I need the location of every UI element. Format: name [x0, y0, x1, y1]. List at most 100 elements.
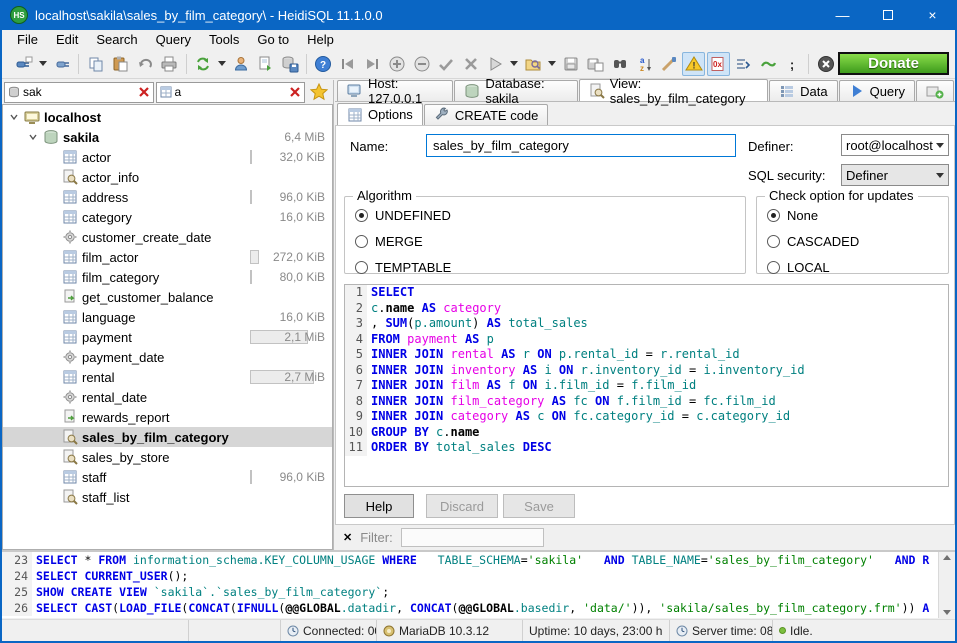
export-sql-icon[interactable]: [254, 52, 277, 76]
clear-filter-icon[interactable]: [138, 86, 150, 98]
warning-toggle-icon[interactable]: !: [682, 52, 705, 76]
tab-database-sakila[interactable]: Database: sakila: [454, 80, 577, 101]
view-name-input[interactable]: [426, 134, 736, 157]
menu-edit[interactable]: Edit: [47, 31, 87, 48]
semicolon-icon[interactable]: ;: [781, 52, 804, 76]
close-button[interactable]: ×: [910, 0, 955, 30]
save-file-icon[interactable]: [560, 52, 583, 76]
format-icon[interactable]: [658, 52, 681, 76]
sort-az-icon[interactable]: az: [633, 52, 656, 76]
tree-item[interactable]: film_category80,0 KiB: [3, 267, 332, 287]
reconnect-icon[interactable]: [756, 52, 779, 76]
definer-combo[interactable]: root@localhost: [841, 134, 949, 156]
tree-item[interactable]: actor_info: [3, 167, 332, 187]
help-button[interactable]: Help: [344, 494, 414, 518]
subtab-options[interactable]: Options: [337, 103, 423, 125]
filter-input[interactable]: [401, 528, 544, 547]
tab-host-127-0-0-1[interactable]: Host: 127.0.0.1: [337, 80, 453, 101]
clear-filter-icon[interactable]: [289, 86, 301, 98]
discard-button[interactable]: Discard: [426, 494, 498, 518]
tree-item[interactable]: rewards_report: [3, 407, 332, 427]
execute-icon[interactable]: [484, 52, 507, 76]
open-file-icon[interactable]: [522, 52, 545, 76]
chevron-down-icon[interactable]: [38, 52, 49, 76]
minimize-button[interactable]: —: [820, 0, 865, 30]
tree-item[interactable]: rental2,7 MiB: [3, 367, 332, 387]
maximize-button[interactable]: [865, 0, 910, 30]
jump-first-icon[interactable]: [337, 52, 360, 76]
view-select-code-editor[interactable]: 1SELECT2c.name AS category3, SUM(p.amoun…: [344, 284, 949, 487]
stop-icon[interactable]: [814, 52, 837, 76]
tree-item[interactable]: language16,0 KiB: [3, 307, 332, 327]
chevron-down-icon[interactable]: [509, 52, 520, 76]
menu-goto[interactable]: Go to: [248, 31, 298, 48]
menu-tools[interactable]: Tools: [200, 31, 248, 48]
log-scrollbar[interactable]: [938, 552, 955, 618]
radio-temptable[interactable]: TEMPTABLE: [355, 259, 745, 275]
tree-item[interactable]: sales_by_store: [3, 447, 332, 467]
tree-item[interactable]: sales_by_film_category: [3, 427, 332, 447]
delete-record-icon[interactable]: [410, 52, 433, 76]
scroll-down-icon[interactable]: [943, 610, 951, 615]
user-manager-icon[interactable]: [229, 52, 252, 76]
new-query-tab-icon[interactable]: [916, 80, 954, 101]
radio-none[interactable]: None: [767, 207, 948, 223]
undo-icon[interactable]: [133, 52, 156, 76]
scroll-up-icon[interactable]: [943, 555, 951, 560]
subtab-create-code[interactable]: CREATE code: [424, 104, 549, 125]
tab-data[interactable]: Data: [769, 80, 837, 101]
tree-item[interactable]: address96,0 KiB: [3, 187, 332, 207]
donate-button[interactable]: Donate: [838, 52, 949, 75]
print-icon[interactable]: [158, 52, 181, 76]
menu-file[interactable]: File: [8, 31, 47, 48]
refresh-icon[interactable]: [192, 52, 215, 76]
hex-toggle-icon[interactable]: 0x: [707, 52, 730, 76]
paste-icon[interactable]: [109, 52, 132, 76]
radio-local[interactable]: LOCAL: [767, 259, 948, 275]
radio-cascaded[interactable]: CASCADED: [767, 233, 948, 249]
save-as-icon[interactable]: [584, 52, 607, 76]
chevron-down-icon[interactable]: [216, 52, 227, 76]
tab-query[interactable]: Query: [839, 80, 915, 101]
close-filter-icon[interactable]: ✕: [343, 531, 352, 544]
tree-item[interactable]: category16,0 KiB: [3, 207, 332, 227]
expand-chevron-icon[interactable]: [5, 112, 22, 122]
menu-query[interactable]: Query: [147, 31, 200, 48]
copy-icon[interactable]: [84, 52, 107, 76]
tree-item[interactable]: staff_list: [3, 487, 332, 507]
tree-item[interactable]: rental_date: [3, 387, 332, 407]
apply-icon[interactable]: [435, 52, 458, 76]
column-filter-box[interactable]: a: [156, 82, 306, 103]
tree-item[interactable]: actor32,0 KiB: [3, 147, 332, 167]
toolbar: ? az!0x; Donate: [2, 49, 955, 79]
favorites-star-icon[interactable]: [307, 81, 331, 103]
save-button[interactable]: Save: [503, 494, 575, 518]
help-icon[interactable]: ?: [312, 52, 335, 76]
tree-item[interactable]: get_customer_balance: [3, 287, 332, 307]
disconnect-icon[interactable]: [51, 52, 74, 76]
table-filter-box[interactable]: sak: [4, 82, 154, 103]
radio-undefined[interactable]: UNDEFINED: [355, 207, 745, 223]
save-db-icon[interactable]: [279, 52, 302, 76]
expand-chevron-icon[interactable]: [24, 132, 41, 142]
add-record-icon[interactable]: [386, 52, 409, 76]
tree-item[interactable]: customer_create_date: [3, 227, 332, 247]
tree-item[interactable]: localhost: [3, 107, 332, 127]
menu-search[interactable]: Search: [87, 31, 146, 48]
tree-item[interactable]: payment_date: [3, 347, 332, 367]
menu-help[interactable]: Help: [298, 31, 343, 48]
tab-view-sales-by-film-category[interactable]: View: sales_by_film_category: [579, 79, 768, 101]
jump-last-icon[interactable]: [361, 52, 384, 76]
tree-item[interactable]: sakila6,4 MiB: [3, 127, 332, 147]
sql-log-panel[interactable]: 23SELECT * FROM information_schema.KEY_C…: [2, 550, 955, 618]
tree-item[interactable]: staff96,0 KiB: [3, 467, 332, 487]
connect-icon[interactable]: [13, 52, 36, 76]
indent-icon[interactable]: [732, 52, 755, 76]
sql-security-combo[interactable]: Definer: [841, 164, 949, 186]
chevron-down-icon[interactable]: [546, 52, 557, 76]
tree-item[interactable]: film_actor272,0 KiB: [3, 247, 332, 267]
cancel-icon[interactable]: [459, 52, 482, 76]
find-icon[interactable]: [609, 52, 632, 76]
tree-item[interactable]: payment2,1 MiB: [3, 327, 332, 347]
radio-merge[interactable]: MERGE: [355, 233, 745, 249]
